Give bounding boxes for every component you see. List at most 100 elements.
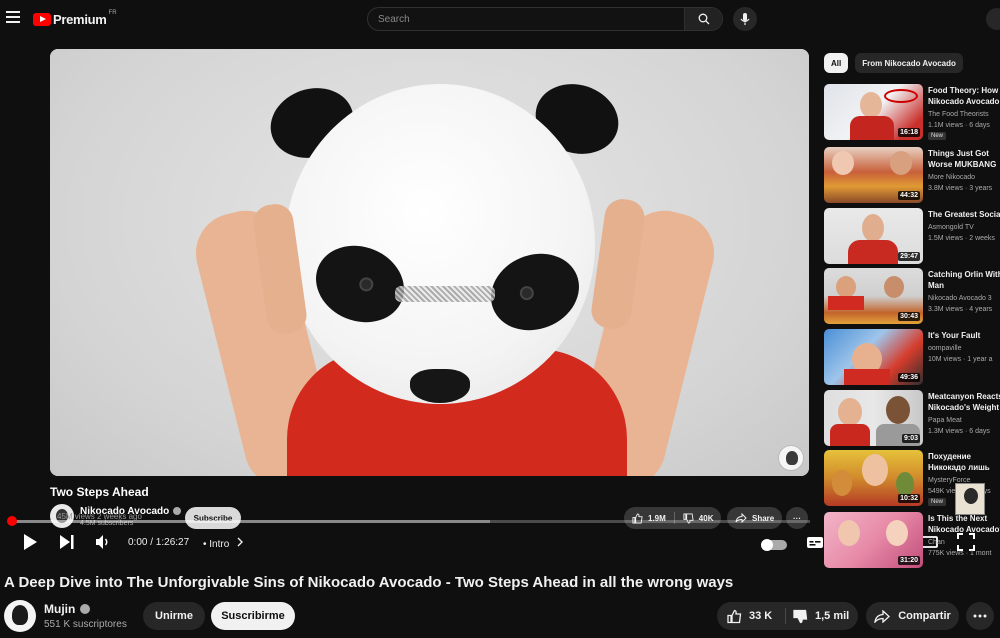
verified-icon bbox=[173, 507, 182, 516]
recommendation-item[interactable]: 16:18 Food Theory: How Nikocado Avocado … bbox=[824, 84, 1000, 141]
rec-channel[interactable]: Papa Meat bbox=[928, 417, 962, 424]
share-icon bbox=[874, 609, 891, 623]
recommendation-item[interactable]: 9:03 Meatcanyon Reacts Nikocado's Weight… bbox=[824, 390, 1000, 447]
video-frame[interactable] bbox=[50, 49, 809, 476]
rec-thumbnail[interactable]: 31:20 bbox=[824, 512, 923, 568]
rec-new-badge: New bbox=[928, 132, 947, 140]
recommendation-item[interactable]: 44:32 Things Just Got Worse MUKBANG More… bbox=[824, 147, 1000, 204]
subscriber-count: 551 K suscriptores bbox=[44, 619, 127, 630]
rec-new-badge: New bbox=[928, 498, 947, 506]
rec-duration: 29:47 bbox=[898, 252, 920, 261]
dislike-button[interactable]: 1,5 mil bbox=[793, 602, 849, 630]
like-button[interactable]: 33 K bbox=[727, 602, 772, 630]
next-button[interactable] bbox=[59, 533, 75, 556]
floating-preview-thumbnail[interactable] bbox=[955, 483, 985, 515]
rec-title[interactable]: Food Theory: How Nikocado Avocado TRICKE… bbox=[928, 85, 1000, 107]
chip-from-channel[interactable]: From Nikocado Avocado bbox=[855, 53, 963, 73]
recommendation-item[interactable]: 30:43 Catching Orlin With Man Nikocado A… bbox=[824, 268, 1000, 325]
rec-stats: 10M views · 1 year a bbox=[928, 356, 993, 363]
rec-channel[interactable]: Nikocado Avocado 3 bbox=[928, 295, 992, 302]
channel-watermark[interactable] bbox=[778, 445, 804, 471]
search-icon bbox=[698, 13, 710, 25]
rec-thumbnail[interactable]: 44:32 bbox=[824, 147, 923, 203]
progress-scrubber[interactable] bbox=[7, 516, 17, 526]
rec-stats: 775K views · 1 mont bbox=[928, 550, 992, 557]
search-button[interactable] bbox=[684, 8, 722, 30]
youtube-play-icon bbox=[33, 12, 51, 26]
rec-stats: 1.1M views · 6 days bbox=[928, 122, 990, 129]
more-actions-button[interactable] bbox=[966, 602, 994, 630]
play-icon bbox=[24, 534, 37, 550]
rec-channel[interactable]: Asmongold TV bbox=[928, 224, 974, 231]
join-button[interactable]: Unirme bbox=[143, 602, 205, 630]
thumbs-up-icon bbox=[727, 609, 742, 623]
share-button[interactable]: Compartir bbox=[866, 602, 959, 630]
rec-stats: 3.3M views · 4 years bbox=[928, 306, 993, 313]
like-count: 33 K bbox=[749, 610, 773, 622]
rec-stats: 1.3M views · 6 days bbox=[928, 428, 990, 435]
search-box bbox=[367, 7, 723, 31]
chapter-title: Intro bbox=[209, 539, 230, 550]
channel-avatar[interactable] bbox=[4, 600, 36, 632]
overlay-more-button[interactable]: ··· bbox=[786, 507, 808, 529]
chevron-right-icon bbox=[237, 537, 244, 547]
rec-title[interactable]: Things Just Got Worse MUKBANG bbox=[928, 148, 1000, 170]
verified-icon bbox=[80, 604, 91, 614]
chapter-button[interactable]: • Intro bbox=[203, 537, 244, 550]
time-display: 0:00 / 1:26:27 bbox=[128, 537, 190, 548]
captions-icon bbox=[807, 537, 823, 548]
recommendation-item[interactable]: 31:20 Is This the Next Nikocado Avocado?… bbox=[824, 512, 1000, 569]
rec-channel[interactable]: More Nikocado bbox=[928, 174, 975, 181]
rec-thumbnail[interactable]: 29:47 bbox=[824, 208, 923, 264]
video-player[interactable]: Two Steps Ahead Nikocado Avocado 4.5M su… bbox=[0, 38, 823, 566]
rec-thumbnail[interactable]: 16:18 bbox=[824, 84, 923, 140]
top-bar: Premium FR bbox=[0, 0, 1000, 38]
rec-title[interactable]: Catching Orlin With Man bbox=[928, 269, 1000, 291]
youtube-premium-logo[interactable]: Premium FR bbox=[33, 10, 117, 28]
voice-search-button[interactable] bbox=[733, 7, 757, 31]
rec-duration: 44:32 bbox=[898, 191, 920, 200]
rec-title[interactable]: Meatcanyon Reacts Nikocado's Weight bbox=[928, 391, 1000, 413]
share-label: Compartir bbox=[898, 610, 951, 622]
overlay-like-pill[interactable]: 1.9M 40K bbox=[624, 507, 722, 529]
rec-channel[interactable]: The Food Theorists bbox=[928, 111, 989, 118]
panda-mesh-window bbox=[395, 286, 495, 302]
rec-title[interactable]: The Greatest Social bbox=[928, 209, 1000, 220]
rec-title[interactable]: Похудение Никокадо лишь начало (А м bbox=[928, 451, 1000, 473]
search-input[interactable] bbox=[368, 8, 686, 30]
autoplay-toggle[interactable] bbox=[761, 539, 787, 551]
overlay-subscribe-button[interactable]: Subscribe bbox=[185, 507, 241, 529]
skip-next-icon bbox=[60, 535, 74, 549]
rec-title[interactable]: Is This the Next Nikocado Avocado? bbox=[928, 513, 1000, 535]
logo-region: FR bbox=[108, 10, 117, 16]
chip-all[interactable]: All bbox=[824, 53, 849, 73]
hamburger-menu-icon[interactable] bbox=[6, 11, 20, 23]
create-button[interactable] bbox=[986, 8, 1000, 30]
dislike-count: 1,5 mil bbox=[815, 610, 850, 622]
recommendation-item[interactable]: 49:36 It's Your Fault oompaville 10M vie… bbox=[824, 329, 1000, 386]
rec-channel[interactable]: Chan bbox=[928, 539, 945, 546]
filter-chips: All From Nikocado Avocado bbox=[824, 53, 963, 73]
subscribe-button[interactable]: Suscribirme bbox=[211, 602, 295, 630]
rec-duration: 31:20 bbox=[898, 556, 920, 565]
like-dislike-group: 33 K 1,5 mil bbox=[717, 602, 858, 630]
panda-head bbox=[285, 84, 595, 404]
rec-channel[interactable]: oompaville bbox=[928, 345, 961, 352]
recommendation-item[interactable]: 29:47 The Greatest Social Asmongold TV 1… bbox=[824, 208, 1000, 265]
overlay-video-title: Two Steps Ahead bbox=[50, 485, 149, 499]
subtitles-button[interactable] bbox=[806, 536, 824, 554]
thumbs-down-icon bbox=[793, 609, 808, 623]
rec-thumbnail[interactable]: 10:32 bbox=[824, 450, 923, 506]
rec-title[interactable]: It's Your Fault bbox=[928, 330, 1000, 341]
volume-button[interactable] bbox=[95, 533, 111, 556]
channel-name[interactable]: Mujin bbox=[44, 602, 91, 616]
play-button[interactable] bbox=[22, 533, 38, 556]
overlay-share-button[interactable]: Share bbox=[727, 507, 783, 529]
panda-nose bbox=[410, 369, 470, 403]
rec-thumbnail[interactable]: 9:03 bbox=[824, 390, 923, 446]
channel-name-text: Mujin bbox=[44, 602, 76, 616]
rec-duration: 30:43 bbox=[898, 312, 920, 321]
rec-thumbnail[interactable]: 49:36 bbox=[824, 329, 923, 385]
rec-thumbnail[interactable]: 30:43 bbox=[824, 268, 923, 324]
rec-stats: 3.8M views · 3 years bbox=[928, 185, 993, 192]
